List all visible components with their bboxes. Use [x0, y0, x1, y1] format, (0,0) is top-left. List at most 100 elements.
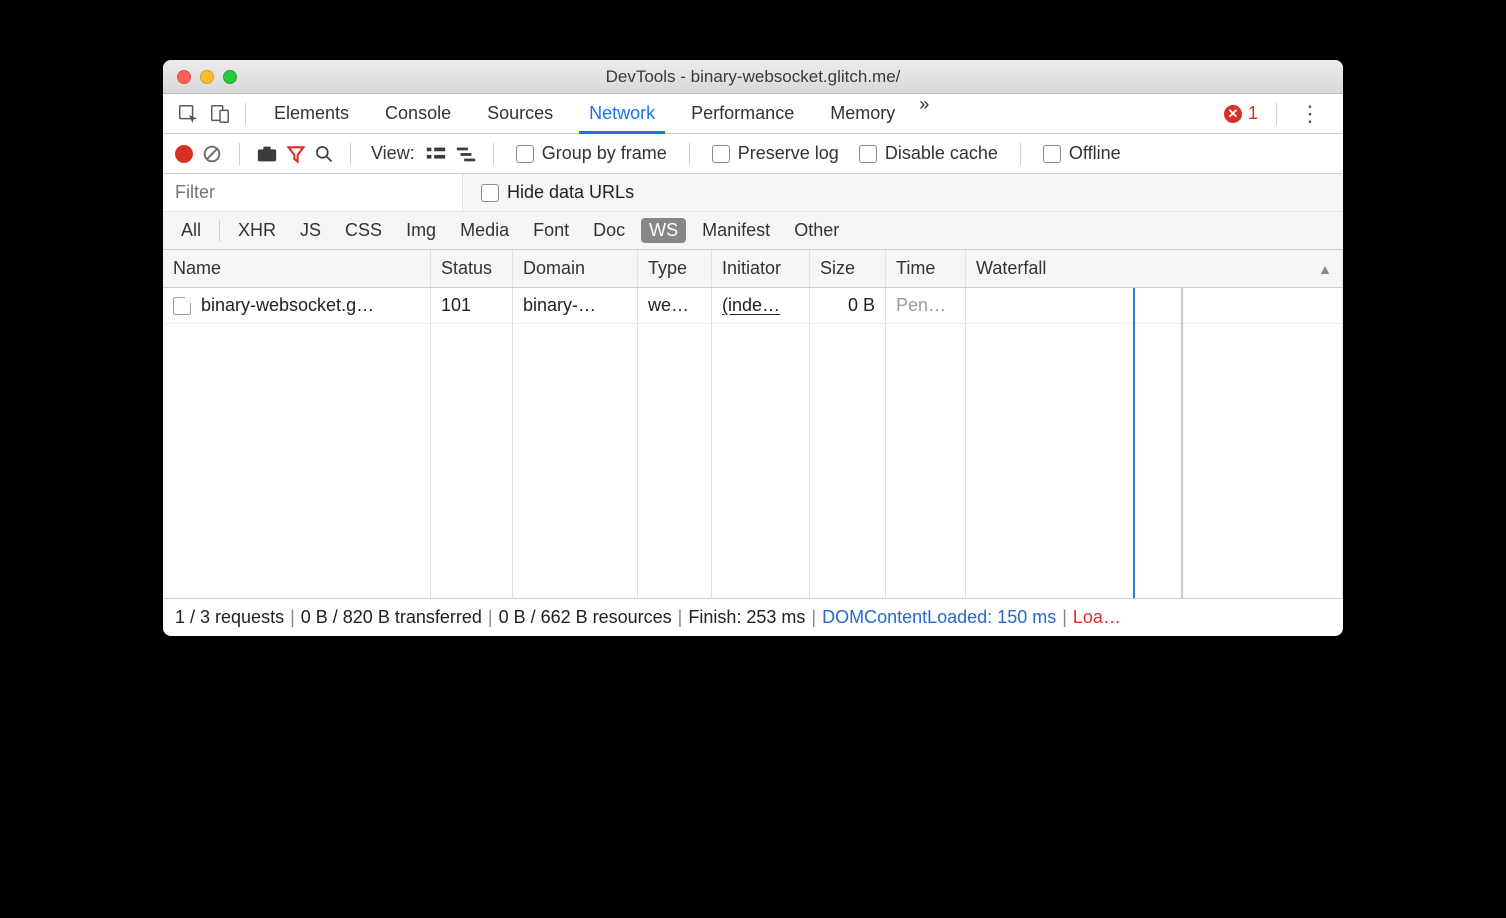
sort-asc-icon: ▲: [1312, 261, 1332, 277]
separator: |: [678, 607, 683, 628]
checkbox-icon: [712, 145, 730, 163]
search-icon[interactable]: [314, 144, 334, 164]
window-title: DevTools - binary-websocket.glitch.me/: [163, 67, 1343, 87]
type-media[interactable]: Media: [452, 218, 517, 243]
tab-network[interactable]: Network: [571, 94, 673, 133]
tab-performance[interactable]: Performance: [673, 94, 812, 133]
group-by-frame-checkbox[interactable]: Group by frame: [510, 143, 673, 164]
col-time[interactable]: Time: [886, 250, 966, 287]
initiator-link[interactable]: (inde…: [722, 295, 780, 316]
cell-size: 0 B: [810, 288, 886, 323]
hide-data-urls-checkbox[interactable]: Hide data URLs: [475, 182, 640, 203]
type-ws[interactable]: WS: [641, 218, 686, 243]
offline-label: Offline: [1069, 143, 1121, 164]
separator: [219, 220, 220, 242]
inspect-element-icon[interactable]: [173, 100, 203, 128]
tab-memory[interactable]: Memory: [812, 94, 913, 133]
type-font[interactable]: Font: [525, 218, 577, 243]
row-name: binary-websocket.g…: [201, 295, 374, 316]
gridlines: [163, 288, 1343, 598]
waterfall-area: [966, 288, 1343, 598]
status-dcl: DOMContentLoaded: 150 ms: [822, 607, 1056, 628]
type-filters: All XHR JS CSS Img Media Font Doc WS Man…: [163, 212, 1343, 250]
zoom-window-button[interactable]: [223, 70, 237, 84]
error-count: 1: [1248, 103, 1258, 124]
status-transferred: 0 B / 820 B transferred: [301, 607, 482, 628]
cell-name: binary-websocket.g…: [163, 288, 431, 323]
large-rows-icon[interactable]: [425, 145, 447, 163]
separator: [1276, 103, 1277, 125]
type-all[interactable]: All: [173, 218, 209, 243]
disable-cache-checkbox[interactable]: Disable cache: [853, 143, 1004, 164]
minimize-window-button[interactable]: [200, 70, 214, 84]
cell-initiator[interactable]: (inde…: [712, 288, 810, 323]
checkbox-icon: [1043, 145, 1061, 163]
more-tabs-chevron-icon[interactable]: »: [913, 94, 935, 133]
checkbox-icon: [859, 145, 877, 163]
filter-input[interactable]: [163, 174, 463, 211]
status-finish: Finish: 253 ms: [688, 607, 805, 628]
type-xhr[interactable]: XHR: [230, 218, 284, 243]
table-row[interactable]: binary-websocket.g… 101 binary-… we… (in…: [163, 288, 1343, 324]
clear-icon[interactable]: [201, 143, 223, 165]
preserve-log-checkbox[interactable]: Preserve log: [706, 143, 845, 164]
filter-icon[interactable]: [286, 144, 306, 164]
cell-status: 101: [431, 288, 513, 323]
error-badge[interactable]: ✕ 1: [1224, 103, 1266, 124]
device-toolbar-icon[interactable]: [205, 100, 235, 128]
settings-kebab-icon[interactable]: ⋮: [1287, 101, 1333, 127]
separator: [689, 143, 690, 165]
offline-checkbox[interactable]: Offline: [1037, 143, 1127, 164]
separator: |: [290, 607, 295, 628]
separator: [350, 143, 351, 165]
group-by-frame-label: Group by frame: [542, 143, 667, 164]
filter-bar: Hide data URLs: [163, 174, 1343, 212]
panel-tabs: Elements Console Sources Network Perform…: [256, 94, 935, 133]
tab-elements[interactable]: Elements: [256, 94, 367, 133]
separator: [239, 143, 240, 165]
separator: [245, 103, 246, 125]
titlebar: DevTools - binary-websocket.glitch.me/: [163, 60, 1343, 94]
col-size[interactable]: Size: [810, 250, 886, 287]
col-waterfall[interactable]: Waterfall ▲: [966, 250, 1343, 287]
col-domain[interactable]: Domain: [513, 250, 638, 287]
preserve-log-label: Preserve log: [738, 143, 839, 164]
separator: |: [1062, 607, 1067, 628]
tab-sources[interactable]: Sources: [469, 94, 571, 133]
table-header: Name Status Domain Type Initiator Size T…: [163, 250, 1343, 288]
capture-screenshots-icon[interactable]: [256, 144, 278, 164]
type-js[interactable]: JS: [292, 218, 329, 243]
status-load: Loa…: [1073, 607, 1121, 628]
type-img[interactable]: Img: [398, 218, 444, 243]
col-initiator[interactable]: Initiator: [712, 250, 810, 287]
col-type[interactable]: Type: [638, 250, 712, 287]
disable-cache-label: Disable cache: [885, 143, 998, 164]
col-name[interactable]: Name: [163, 250, 431, 287]
status-requests: 1 / 3 requests: [175, 607, 284, 628]
type-other[interactable]: Other: [786, 218, 847, 243]
devtools-window: DevTools - binary-websocket.glitch.me/ E…: [163, 60, 1343, 636]
hide-data-urls-label: Hide data URLs: [507, 182, 634, 203]
file-icon: [173, 297, 191, 315]
status-resources: 0 B / 662 B resources: [499, 607, 672, 628]
cell-type: we…: [638, 288, 712, 323]
col-waterfall-label: Waterfall: [976, 258, 1046, 279]
col-status[interactable]: Status: [431, 250, 513, 287]
separator: [1020, 143, 1021, 165]
checkbox-icon: [481, 184, 499, 202]
close-window-button[interactable]: [177, 70, 191, 84]
type-css[interactable]: CSS: [337, 218, 390, 243]
cell-time: Pen…: [886, 288, 966, 323]
tab-console[interactable]: Console: [367, 94, 469, 133]
view-label: View:: [371, 143, 415, 164]
record-button[interactable]: [175, 145, 193, 163]
network-toolbar: View: Group by frame Preserve log Disabl…: [163, 134, 1343, 174]
main-tabs-row: Elements Console Sources Network Perform…: [163, 94, 1343, 134]
type-manifest[interactable]: Manifest: [694, 218, 778, 243]
cell-domain: binary-…: [513, 288, 638, 323]
waterfall-view-icon[interactable]: [455, 145, 477, 163]
table-body[interactable]: binary-websocket.g… 101 binary-… we… (in…: [163, 288, 1343, 598]
error-circle-icon: ✕: [1224, 105, 1242, 123]
type-doc[interactable]: Doc: [585, 218, 633, 243]
separator: |: [811, 607, 816, 628]
